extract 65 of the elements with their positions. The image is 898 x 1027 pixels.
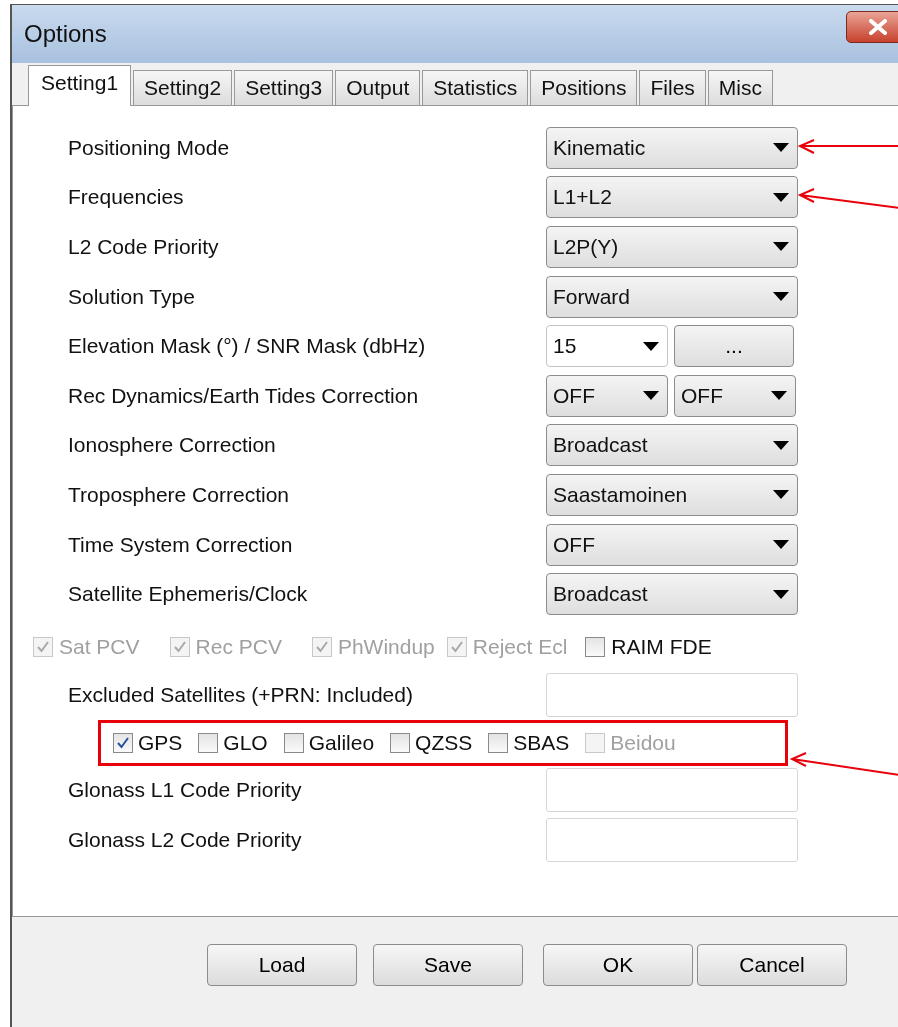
input-field[interactable]: [546, 817, 798, 862]
tab[interactable]: Files: [639, 70, 706, 105]
checkbox[interactable]: GPS: [113, 730, 183, 755]
dropdown[interactable]: Forward: [546, 275, 798, 318]
field-label: Glonass L1 Code Priority: [68, 778, 303, 803]
close-icon: [868, 19, 888, 35]
field-label: Solution Type: [68, 284, 196, 309]
checkbox[interactable]: Galileo: [283, 730, 375, 755]
checkbox[interactable]: QZSS: [390, 730, 473, 755]
close-button[interactable]: [846, 11, 898, 43]
field-label: Ionosphere Correction: [68, 433, 277, 458]
field-label: L2 Code Priority: [68, 235, 220, 259]
tab[interactable]: Setting2: [133, 70, 233, 105]
dropdown[interactable]: OFF: [546, 374, 668, 417]
tab[interactable]: Statistics: [422, 70, 529, 105]
field-label: Satellite Ephemeris/Clock: [68, 582, 309, 607]
field-label: Rec Dynamics/Earth Tides Correction: [68, 383, 420, 408]
tab[interactable]: Setting1: [28, 65, 132, 106]
field-label: Time System Correction: [68, 532, 294, 557]
field-label: Elevation Mask (°) / SNR Mask (dbHz): [68, 334, 427, 359]
field-label: Troposphere Correction: [68, 482, 290, 507]
dialog-button[interactable]: OK: [543, 944, 693, 986]
tab[interactable]: Setting3: [234, 70, 334, 105]
caret-icon: [773, 490, 789, 500]
tab[interactable]: Positions: [530, 70, 638, 105]
field-label: Excluded Satellites (+PRN: Included): [68, 682, 414, 707]
caret-icon: [773, 143, 789, 153]
checkbox[interactable]: GLO: [198, 730, 268, 755]
dropdown[interactable]: OFF: [546, 523, 798, 566]
checkbox[interactable]: RAIM FDE: [585, 635, 712, 660]
dropdown[interactable]: OFF: [674, 374, 796, 417]
dialog-button[interactable]: Load: [207, 944, 357, 986]
checkmark-icon: [449, 640, 464, 655]
dialog-button[interactable]: Save: [373, 944, 523, 986]
field-label: Glonass L2 Code Priority: [68, 827, 303, 852]
input-field[interactable]: [546, 672, 798, 717]
dropdown[interactable]: Kinematic: [546, 126, 798, 169]
dropdown[interactable]: L1+L2: [546, 176, 798, 219]
caret-icon: [773, 440, 789, 450]
caret-icon: [773, 589, 789, 599]
caret-icon: [643, 341, 659, 351]
more-button[interactable]: ...: [674, 325, 794, 368]
tab[interactable]: Output: [335, 70, 421, 105]
checkmark-icon: [116, 735, 130, 750]
checkmark-icon: [36, 640, 50, 655]
checkbox[interactable]: SBAS: [488, 730, 570, 755]
dropdown[interactable]: L2P(Y): [546, 226, 798, 268]
field-label: Frequencies: [68, 185, 185, 210]
dialog-button[interactable]: Cancel: [697, 944, 847, 986]
caret-icon: [771, 391, 787, 401]
field-label: Positioning Mode: [68, 135, 231, 160]
dropdown[interactable]: Broadcast: [546, 424, 798, 467]
dropdown[interactable]: Broadcast: [546, 573, 798, 616]
caret-icon: [773, 192, 789, 202]
window-title: Options: [24, 20, 107, 48]
dropdown[interactable]: Saastamoinen: [546, 473, 798, 516]
checkmark-icon: [172, 640, 187, 655]
caret-icon: [643, 391, 659, 401]
checkmark-icon: [314, 640, 329, 655]
tab[interactable]: Misc: [707, 70, 773, 105]
caret-icon: [773, 292, 789, 302]
input-field[interactable]: [546, 768, 798, 813]
combo-field[interactable]: 15: [546, 325, 668, 368]
caret-icon: [773, 242, 789, 252]
caret-icon: [773, 540, 789, 550]
